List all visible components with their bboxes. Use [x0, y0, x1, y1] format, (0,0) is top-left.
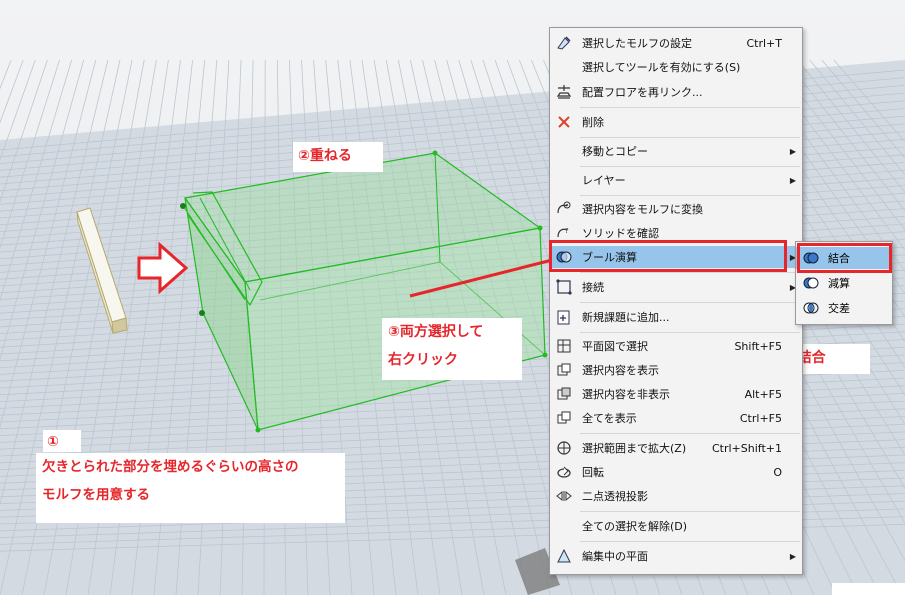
menu-item-delete[interactable]: 削除: [550, 111, 802, 133]
submenu-item-subtract[interactable]: 減算: [796, 272, 892, 294]
show-selection-icon: [557, 363, 571, 376]
callout-step1-number-text: ①: [47, 434, 59, 450]
menu-item-two-point-perspective[interactable]: 二点透視投影: [550, 485, 802, 507]
relink-floor-icon: [556, 85, 572, 99]
callout-step1-number: ①: [43, 430, 81, 452]
morph-settings-icon: [557, 36, 571, 50]
submenu-arrow-icon: ▶: [789, 175, 796, 185]
two-point-perspective-icon: [556, 490, 572, 502]
menu-item-layer[interactable]: レイヤー ▶: [550, 169, 802, 191]
menu-item-show-all[interactable]: 全てを表示 Ctrl+F5: [550, 407, 802, 429]
submenu-item-intersect[interactable]: 交差: [796, 297, 892, 319]
hide-selection-icon: [557, 387, 571, 400]
callout-step3: ③両方選択して 右クリック: [382, 318, 522, 380]
callout-step2-text: ②重ねる: [298, 148, 352, 164]
menu-item-move-copy[interactable]: 移動とコピー ▶: [550, 140, 802, 162]
callout-step3-line2: 右クリック: [388, 352, 458, 368]
menu-item-relink-floor[interactable]: 配置フロアを再リンク...: [550, 81, 802, 103]
callout-step1: 欠きとられた部分を埋めるぐらいの高さの モルフを用意する: [36, 453, 345, 523]
callout-step1-line1: 欠きとられた部分を埋めるぐらいの高さの: [42, 459, 299, 475]
callout-step1-line2: モルフを用意する: [42, 487, 150, 503]
menu-item-select-activate-tool[interactable]: 選択してツールを有効にする(S): [550, 56, 802, 78]
add-issue-icon: [557, 310, 570, 325]
callout-step3-line1: ③両方選択して: [388, 324, 484, 340]
subtract-icon: [803, 277, 819, 289]
select-in-plan-icon: [557, 339, 571, 353]
menu-item-connect[interactable]: 接続 ▶: [550, 276, 802, 298]
menu-item-select-in-plan[interactable]: 平面図で選択 Shift+F5: [550, 335, 802, 357]
menu-item-orbit[interactable]: 回転 O: [550, 461, 802, 483]
highlight-box-union: [797, 243, 892, 273]
intersect-icon: [803, 302, 819, 314]
menu-item-zoom-to-selection[interactable]: 選択範囲まで拡大(Z) Ctrl+Shift+1: [550, 437, 802, 459]
menu-item-convert-to-morph[interactable]: 選択内容をモルフに変換: [550, 198, 802, 220]
submenu-arrow-icon: ▶: [789, 146, 796, 156]
menu-item-show-selection[interactable]: 選択内容を表示: [550, 359, 802, 381]
menu-item-hide-selection[interactable]: 選択内容を非表示 Alt+F5: [550, 383, 802, 405]
zoom-to-selection-icon: [557, 441, 571, 455]
svg-text:?: ?: [565, 227, 569, 235]
context-menu: 選択したモルフの設定 Ctrl+T 選択してツールを有効にする(S) 配置フロア…: [549, 27, 803, 575]
delete-x-icon: [558, 116, 570, 128]
menu-item-deselect-all[interactable]: 全ての選択を解除(D): [550, 515, 802, 537]
convert-to-morph-icon: [557, 201, 571, 214]
menu-item-editing-plane[interactable]: 編集中の平面 ▶: [550, 545, 802, 567]
connect-icon: [556, 279, 572, 295]
menu-item-add-issue[interactable]: 新規課題に追加...: [550, 306, 802, 328]
submenu-arrow-icon: ▶: [789, 551, 796, 561]
show-all-icon: [557, 411, 571, 424]
callout-step2: ②重ねる: [293, 142, 383, 172]
highlight-box-boolean: [549, 240, 787, 272]
editing-plane-icon: [557, 548, 571, 563]
orbit-icon: [557, 466, 571, 478]
menu-item-morph-settings[interactable]: 選択したモルフの設定 Ctrl+T: [550, 32, 802, 54]
